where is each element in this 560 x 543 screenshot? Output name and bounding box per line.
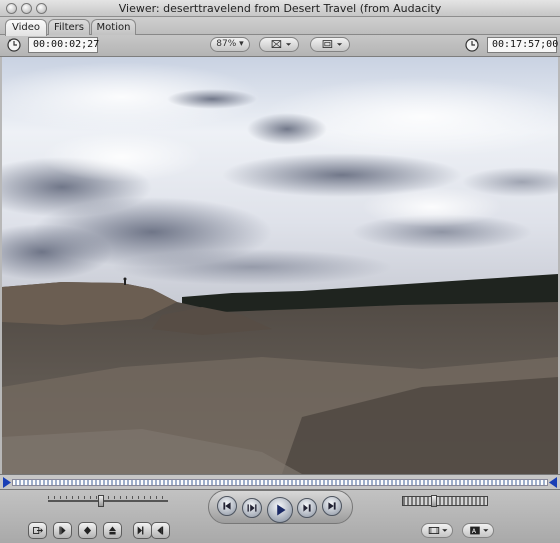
play-around-current-button[interactable] [297,498,317,518]
play-in-to-out-icon [247,504,257,512]
scrubber-bar[interactable] [0,474,560,490]
mark-in-out-button[interactable] [133,522,152,539]
window-title: Viewer: deserttravelend from Desert Trav… [118,2,442,15]
text-overlay-icon: A [470,526,489,535]
mark-in-icon [59,526,66,535]
next-edit-icon [328,502,336,510]
shuttle-control[interactable] [402,495,488,507]
frame-overlay-icon [322,40,343,48]
mark-in-out-icon [137,526,144,535]
insert-icon [33,526,43,535]
next-edit-button[interactable] [322,496,342,516]
view-options-popup[interactable] [421,523,453,538]
view-popup[interactable] [259,37,299,52]
jog-slider-thumb[interactable] [98,495,104,507]
jog-slider[interactable] [48,495,168,507]
duration-clock-icon [6,37,22,53]
insert-edit-button[interactable] [28,522,47,539]
overlay-options-popup[interactable]: A [462,523,494,538]
in-point-marker[interactable] [3,477,11,488]
add-marker-button[interactable] [78,522,97,539]
film-strip-icon [428,527,448,534]
keyframe-icon [108,526,117,535]
previous-edit-icon [223,502,231,510]
video-canvas[interactable] [2,57,558,474]
add-keyframe-button[interactable] [103,522,122,539]
marker-icon [83,526,92,535]
mark-out-icon [157,526,164,535]
scrubber-track[interactable] [12,479,548,486]
mark-in-button[interactable] [53,522,72,539]
clip-duration-field[interactable]: 00:00:02;27 [28,37,99,53]
title-bar: Viewer: deserttravelend from Desert Trav… [0,0,560,17]
mark-out-button[interactable] [151,522,170,539]
overlay-popup[interactable] [310,37,350,52]
tab-video[interactable]: Video [5,19,47,36]
video-frame-image [2,57,558,474]
shuttle-knob[interactable] [431,495,437,507]
viewer-toolbar: 00:00:02;27 87% ▾ 00:17:57;00 [0,35,560,57]
close-window-button[interactable] [6,3,17,14]
zoom-window-button[interactable] [36,3,47,14]
play-around-icon [303,504,311,512]
zoom-value: 87% [216,39,237,49]
timecode-clock-icon [464,37,480,53]
play-icon [277,504,286,516]
out-point-marker[interactable] [549,477,557,488]
chevron-down-icon: ▾ [236,39,244,49]
previous-edit-button[interactable] [217,496,237,516]
minimize-window-button[interactable] [21,3,32,14]
tab-bar: Video Filters Motion [0,17,560,36]
zoom-popup[interactable]: 87% ▾ [210,37,250,52]
play-button[interactable] [267,497,293,523]
tab-filters[interactable]: Filters [48,19,90,35]
transport-controls: A [0,490,560,543]
current-timecode-field[interactable]: 00:17:57;00 [487,37,558,53]
play-in-to-out-button[interactable] [242,498,262,518]
title-safe-icon [271,40,292,48]
tab-motion[interactable]: Motion [91,19,136,35]
